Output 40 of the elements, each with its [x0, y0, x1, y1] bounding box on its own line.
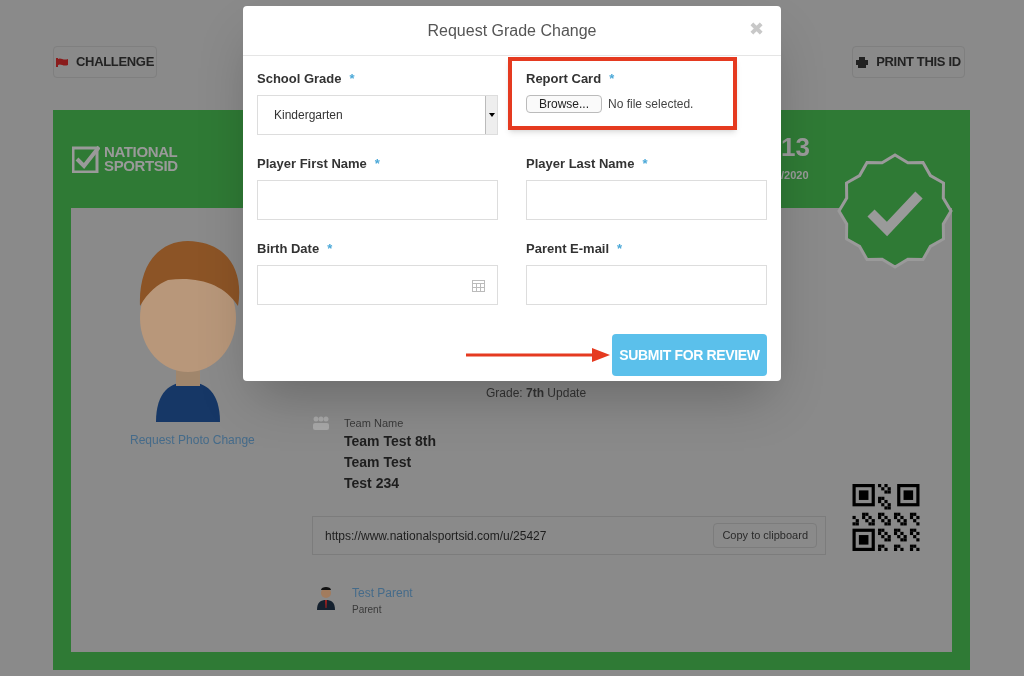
field-label: Report Card	[526, 70, 602, 89]
copy-button[interactable]: Copy to clipboard	[713, 523, 817, 548]
input-field[interactable]	[526, 180, 767, 220]
team-label: Team Name	[344, 416, 404, 431]
parent-role: Parent	[352, 603, 382, 617]
input-field[interactable]	[257, 180, 498, 220]
modal-title: Request Grade Change	[427, 20, 597, 41]
logo: NATIONAL SPORTSID	[72, 145, 178, 173]
url-text: https://www.nationalsportsid.com/u/25427	[325, 527, 547, 545]
field-label: Player First Name	[257, 155, 367, 174]
file-status: No file selected.	[608, 96, 694, 113]
calendar-icon	[472, 278, 485, 292]
printer-icon	[856, 56, 869, 68]
required-mark: *	[374, 155, 380, 174]
required-mark: *	[642, 155, 648, 174]
required-mark: *	[349, 70, 355, 89]
field-label: Parent E-mail	[526, 240, 610, 259]
required-mark: *	[617, 240, 623, 259]
field-label: Player Last Name	[526, 155, 635, 174]
field-label: School Grade	[257, 70, 342, 89]
team-name: Test 234	[344, 474, 399, 493]
group-icon	[312, 416, 330, 430]
challenge-button[interactable]: CHALLENGE	[53, 46, 157, 78]
print-button[interactable]: PRINT THIS ID	[852, 46, 965, 78]
team-name: Team Test	[344, 453, 412, 472]
date-text: /2020	[781, 168, 809, 183]
required-mark: *	[327, 240, 333, 259]
person-icon	[316, 586, 336, 610]
grade-text: Grade: 7th Update	[486, 385, 587, 402]
field-label: Birth Date	[257, 240, 320, 259]
id-number: 13	[781, 131, 810, 164]
select-field[interactable]: Kindergarten	[257, 95, 498, 135]
caret-icon	[488, 113, 495, 117]
required-mark: *	[609, 70, 615, 89]
date-field[interactable]	[257, 265, 498, 305]
qr-code	[852, 484, 920, 551]
flag-icon	[56, 57, 68, 67]
browse-button[interactable]: Browse...	[526, 95, 602, 113]
team-name: Team Test 8th	[344, 432, 437, 451]
input-field[interactable]	[526, 265, 767, 305]
